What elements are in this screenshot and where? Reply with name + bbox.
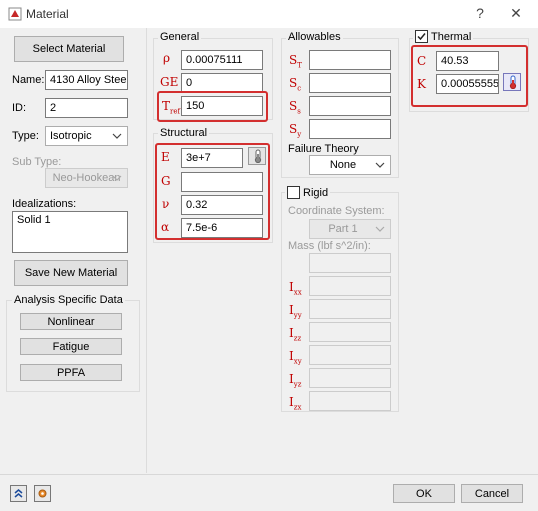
ss-input[interactable] (309, 96, 391, 116)
tref-input[interactable]: 150 (181, 96, 263, 116)
ss-label: Ss (289, 99, 301, 116)
temperature-table-button[interactable] (248, 147, 266, 165)
izz-label: Izz (289, 326, 302, 343)
title-bar (0, 0, 538, 28)
alpha-label: α (161, 220, 170, 234)
type-select-value: Isotropic (50, 130, 92, 142)
idealizations-list[interactable]: Solid 1 (12, 211, 128, 253)
gear-icon (38, 489, 47, 498)
nu-label: ν (162, 197, 170, 211)
thermal-label: Thermal (431, 30, 472, 43)
rigid-toggle[interactable]: Rigid (285, 186, 331, 199)
failure-theory-value: None (329, 159, 357, 171)
k-temperature-table-button[interactable] (503, 73, 521, 91)
e-input[interactable]: 3e+7 (181, 148, 243, 168)
sy-input[interactable] (309, 119, 391, 139)
subtype-select-value: Neo-Hookean (52, 172, 121, 184)
sc-label: Sc (289, 76, 302, 93)
idealization-item[interactable]: Solid 1 (17, 214, 51, 226)
st-input[interactable] (309, 50, 391, 70)
collapse-button[interactable] (10, 485, 27, 502)
coordinate-system-select: Part 1 (309, 219, 391, 239)
iyz-input (309, 368, 391, 388)
checkmark-icon (417, 33, 426, 41)
chevron-down-icon (375, 226, 385, 232)
izz-input (309, 322, 391, 342)
cancel-button[interactable]: Cancel (461, 484, 523, 503)
nonlinear-button[interactable]: Nonlinear (20, 313, 122, 330)
close-button[interactable]: ✕ (506, 4, 526, 22)
rigid-label: Rigid (303, 186, 329, 199)
iyy-input (309, 299, 391, 319)
chevron-down-icon (112, 175, 122, 181)
ge-input[interactable]: 0 (181, 73, 263, 93)
g-label: G (161, 174, 171, 188)
ppfa-button[interactable]: PPFA (20, 364, 122, 381)
sy-label: Sy (289, 122, 302, 139)
save-new-material-button[interactable]: Save New Material (14, 260, 128, 286)
double-chevron-up-icon (14, 489, 23, 498)
material-app-icon (8, 7, 22, 21)
thermometer-icon (254, 149, 262, 163)
name-label: Name: (12, 74, 45, 86)
k-label: K (417, 77, 426, 91)
ok-button[interactable]: OK (393, 484, 455, 503)
chevron-down-icon (375, 162, 385, 168)
ixx-input (309, 276, 391, 296)
alpha-input[interactable]: 7.5e-6 (181, 218, 263, 238)
help-button[interactable]: ? (470, 4, 490, 22)
rho-label: ρ (163, 51, 171, 65)
rho-input[interactable]: 0.00075111 (181, 50, 263, 70)
panel-divider (146, 28, 147, 473)
thermal-toggle[interactable]: Thermal (413, 30, 474, 43)
izx-label: Izx (289, 395, 302, 412)
failure-theory-select[interactable]: None (309, 155, 391, 175)
name-input[interactable]: 4130 Alloy Steel (45, 70, 128, 90)
ixx-label: Ixx (289, 280, 302, 297)
iyz-label: Iyz (289, 372, 302, 389)
window-title: Material (26, 7, 69, 21)
mass-label: Mass (lbf s^2/in): (288, 240, 371, 252)
type-label: Type: (12, 130, 39, 142)
id-input[interactable]: 2 (45, 98, 128, 118)
chevron-down-icon (112, 133, 122, 139)
k-input[interactable]: 0.00055555 (436, 74, 499, 94)
coordinate-system-value: Part 1 (328, 223, 358, 235)
type-select[interactable]: Isotropic (45, 126, 128, 146)
ge-label: GE (160, 75, 179, 89)
ixy-label: Ixy (289, 349, 302, 366)
thermal-checkbox[interactable] (415, 30, 428, 43)
iyy-label: Iyy (289, 303, 302, 320)
nu-input[interactable]: 0.32 (181, 195, 263, 215)
tref-label: Tref (162, 99, 181, 116)
ixy-input (309, 345, 391, 365)
mass-input (309, 253, 391, 273)
st-label: ST (289, 53, 302, 70)
thermometer-icon (509, 75, 517, 89)
sc-input[interactable] (309, 73, 391, 93)
subtype-select: Neo-Hookean (45, 168, 128, 188)
structural-title: Structural (158, 127, 210, 139)
analysis-specific-title: Analysis Specific Data (12, 294, 125, 306)
footer-separator (0, 474, 538, 475)
c-label: C (417, 54, 427, 68)
e-label: E (161, 150, 170, 164)
idealizations-label: Idealizations: (12, 198, 77, 210)
allowables-title: Allowables (286, 31, 343, 43)
failure-theory-label: Failure Theory (288, 143, 359, 155)
coordinate-system-label: Coordinate System: (288, 205, 385, 217)
c-input[interactable]: 40.53 (436, 51, 499, 71)
g-input[interactable] (181, 172, 263, 192)
subtype-label: Sub Type: (12, 156, 62, 168)
izx-input (309, 391, 391, 411)
settings-button[interactable] (34, 485, 51, 502)
select-material-button[interactable]: Select Material (14, 36, 124, 62)
fatigue-button[interactable]: Fatigue (20, 338, 122, 355)
rigid-checkbox[interactable] (287, 186, 300, 199)
general-title: General (158, 31, 202, 43)
id-label: ID: (12, 102, 27, 114)
